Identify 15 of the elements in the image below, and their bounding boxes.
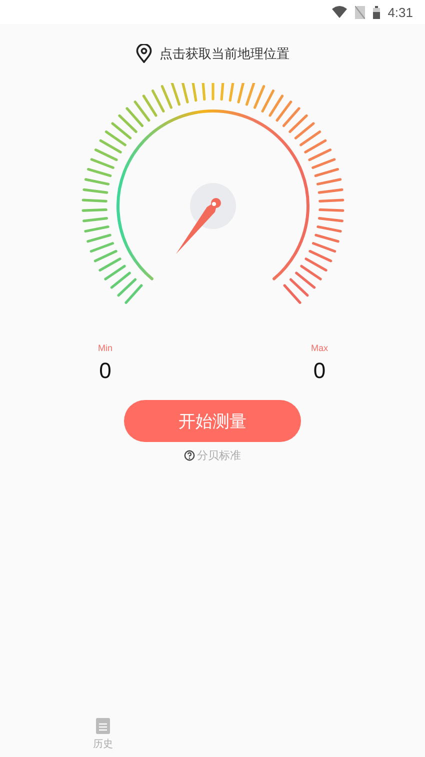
reading-value: 0 (313, 358, 326, 384)
help-icon (184, 450, 195, 461)
reading-label: Min (98, 343, 113, 353)
battery-icon (372, 6, 380, 18)
wifi-icon (332, 6, 347, 18)
nav-tab[interactable]: 历史 (93, 718, 113, 751)
location-link[interactable]: 点击获取当前地理位置 (160, 44, 290, 62)
no-sim-icon (354, 6, 365, 18)
reading-label: Max (310, 343, 328, 353)
location-pin-icon (136, 44, 152, 63)
start-button[interactable]: 开始测量 (124, 400, 301, 442)
list-icon (96, 718, 110, 734)
decibel-standard-link[interactable]: 分贝标准 (197, 448, 241, 463)
status-time: 4:31 (388, 4, 413, 20)
reading-value: 0 (99, 358, 112, 384)
